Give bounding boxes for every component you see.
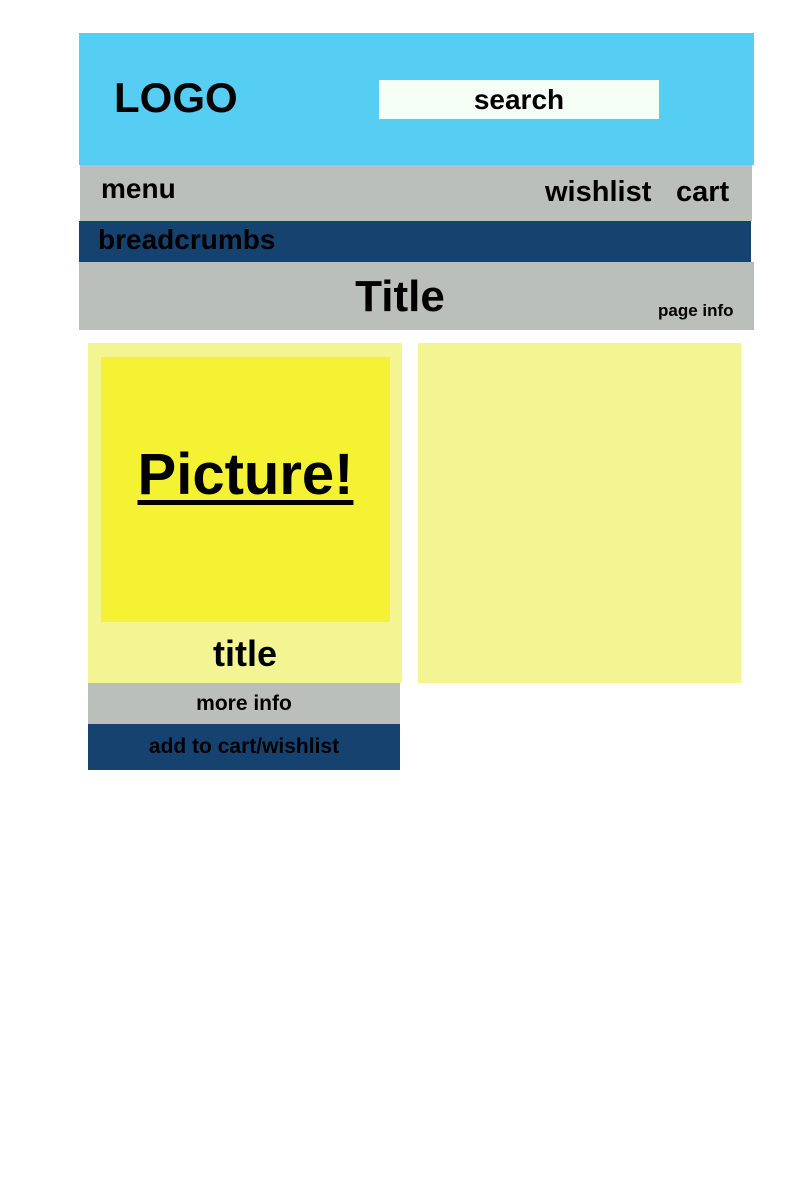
product-picture[interactable]: Picture!	[101, 357, 390, 622]
wishlist-link[interactable]: wishlist	[545, 176, 651, 209]
header: LOGO search	[79, 33, 754, 165]
picture-label: Picture!	[137, 442, 354, 507]
breadcrumb[interactable]: breadcrumbs	[98, 224, 275, 256]
more-info-button[interactable]: more info	[88, 683, 400, 724]
product-card: Picture! title	[88, 343, 402, 683]
logo[interactable]: LOGO	[114, 77, 238, 119]
product-title[interactable]: title	[88, 633, 402, 675]
side-panel	[418, 343, 741, 683]
add-to-cart-button[interactable]: add to cart/wishlist	[88, 724, 400, 770]
page-info: page info	[658, 301, 734, 320]
title-bar: Title page info	[79, 262, 754, 330]
cart-link[interactable]: cart	[676, 176, 729, 209]
breadcrumb-bar: breadcrumbs	[79, 221, 751, 262]
menu-button[interactable]: menu	[101, 173, 176, 205]
page-title: Title	[355, 272, 445, 321]
nav-bar: menu wishlist cart	[80, 165, 752, 221]
search-input[interactable]: search	[379, 80, 659, 119]
